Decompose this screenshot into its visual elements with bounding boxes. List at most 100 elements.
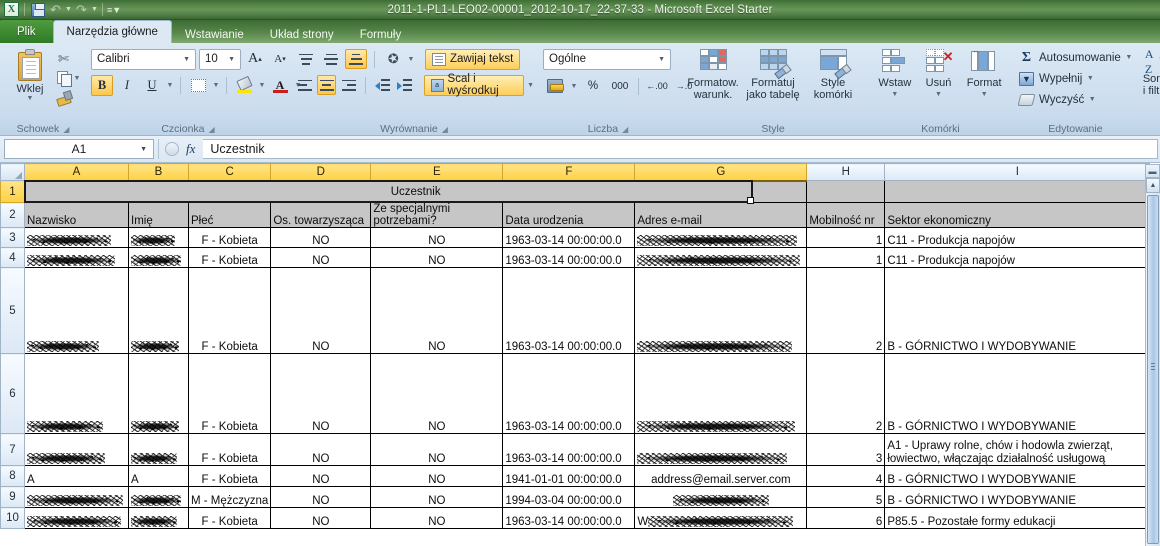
cell-C7[interactable]: F - Kobieta [187, 433, 272, 466]
cell-D8[interactable]: NO [270, 465, 372, 487]
delete-dropdown-icon[interactable]: ▼ [935, 89, 943, 101]
cell-G8[interactable]: address@email.server.com [634, 465, 808, 487]
column-header-C[interactable]: C [187, 163, 272, 182]
column-header-I[interactable]: I [884, 163, 1151, 181]
cell-I2-sektor-ekonomiczny[interactable]: Sektor ekonomiczny [884, 202, 1151, 228]
cell-G5[interactable] [634, 267, 808, 354]
cell-G3[interactable] [634, 227, 808, 248]
accounting-dropdown-icon[interactable]: ▼ [570, 83, 578, 90]
vertical-scrollbar[interactable]: ▲ [1145, 178, 1160, 546]
row-header-4[interactable]: 4 [0, 247, 25, 268]
cell-F10[interactable]: 1963-03-14 00:00:00.0 [502, 507, 636, 529]
row-header-9[interactable]: 9 [0, 486, 25, 508]
cell-C4[interactable]: F - Kobieta [187, 247, 272, 268]
undo-icon[interactable]: ↶ [48, 2, 63, 17]
italic-button[interactable]: I [116, 75, 138, 96]
cell-E4[interactable]: NO [370, 247, 504, 268]
conditional-formatting-button[interactable]: Formatow. warunk. [683, 47, 743, 101]
cell-E7[interactable]: NO [370, 433, 504, 466]
clipboard-dialog-launcher-icon[interactable]: ◢ [63, 125, 69, 134]
cell-G7[interactable] [634, 433, 808, 466]
underline-dropdown-icon[interactable]: ▼ [166, 82, 174, 89]
cell-F5[interactable]: 1963-03-14 00:00:00.0 [502, 267, 636, 354]
cell-A10[interactable] [24, 507, 129, 529]
cell-H2-mobilnosc-nr[interactable]: Mobilność nr [806, 202, 886, 228]
cell-G2-adres-email[interactable]: Adres e-mail [634, 202, 808, 228]
cell-H9[interactable]: 5 [806, 486, 886, 508]
cell-E2-specjalne-potrzeby[interactable]: Ze specjalnymi potrzebami? [370, 202, 504, 228]
cell-H4[interactable]: 1 [806, 247, 886, 268]
percent-style-button[interactable]: % [581, 76, 605, 96]
save-icon[interactable] [29, 1, 46, 18]
cell-C8[interactable]: F - Kobieta [187, 465, 272, 487]
scrollbar-thumb[interactable] [1147, 195, 1159, 544]
row-header-7[interactable]: 7 [0, 433, 25, 466]
select-all-corner[interactable] [0, 163, 25, 181]
cell-A9[interactable] [24, 486, 129, 508]
cell-I3[interactable]: C11 - Produkcja napojów [884, 227, 1151, 248]
cell-C5[interactable]: F - Kobieta [187, 267, 272, 354]
cell-C2-plec[interactable]: Płeć [187, 202, 272, 228]
cell-G10[interactable]: W [634, 507, 808, 529]
undo-dropdown-icon[interactable]: ▼ [65, 2, 72, 17]
cell-F6[interactable]: 1963-03-14 00:00:00.0 [502, 353, 636, 434]
cell-H7[interactable]: 3 [806, 433, 886, 466]
cell-D9[interactable]: NO [270, 486, 372, 508]
cell-C3[interactable]: F - Kobieta [187, 227, 272, 248]
cell-F8[interactable]: 1941-01-01 00:00:00.0 [502, 465, 636, 487]
cell-F7[interactable]: 1963-03-14 00:00:00.0 [502, 433, 636, 466]
cell-D6[interactable]: NO [270, 353, 372, 434]
redo-icon[interactable]: ↷ [74, 2, 89, 17]
cell-E9[interactable]: NO [370, 486, 504, 508]
increase-indent-button[interactable] [395, 75, 414, 95]
cell-D2-os-towarzyszaca[interactable]: Os. towarzysząca [270, 202, 372, 228]
cell-F3[interactable]: 1963-03-14 00:00:00.0 [502, 227, 636, 248]
cell-A2-nazwisko[interactable]: Nazwisko [24, 202, 129, 228]
tab-formuly[interactable]: Formuły [347, 24, 415, 45]
cell-F2-data-urodzenia[interactable]: Data urodzenia [502, 202, 636, 228]
cell-B2-imie[interactable]: Imię [128, 202, 189, 228]
format-painter-button[interactable] [55, 88, 81, 106]
cell-I10[interactable]: P85.5 - Pozostałe formy edukacji [884, 507, 1151, 529]
row-header-8[interactable]: 8 [0, 465, 25, 487]
accounting-format-button[interactable] [543, 76, 567, 96]
cell-B6[interactable] [128, 353, 189, 434]
clear-button[interactable]: Wyczyść ▼ [1017, 90, 1096, 109]
cell-A6[interactable] [24, 353, 129, 434]
borders-button[interactable] [187, 75, 209, 96]
column-header-H[interactable]: H [806, 163, 886, 181]
copy-button[interactable]: ▼ [55, 69, 81, 87]
insert-function-icon[interactable]: fx [186, 141, 195, 157]
align-center-button[interactable] [317, 75, 337, 95]
cell-A1-merged-title[interactable]: Uczestnik [23, 180, 808, 203]
comma-style-button[interactable]: 000 [608, 76, 632, 96]
fill-color-dropdown-icon[interactable]: ▼ [258, 82, 266, 89]
row-header-10[interactable]: 10 [0, 507, 25, 529]
tab-wstawianie[interactable]: Wstawianie [172, 24, 257, 45]
cell-C10[interactable]: F - Kobieta [187, 507, 272, 529]
cell-styles-button[interactable]: Style komórki [803, 47, 863, 101]
cell-I6[interactable]: B - GÓRNICTWO I WYDOBYWANIE [884, 353, 1151, 434]
quick-access-toolbar[interactable]: X ↶ ▼ ↷ ▼ ≡▼ [0, 0, 121, 20]
borders-dropdown-icon[interactable]: ▼ [212, 82, 220, 89]
chevron-down-icon[interactable]: ▼ [655, 56, 668, 63]
cell-H5[interactable]: 2 [806, 267, 886, 354]
cell-I8[interactable]: B - GÓRNICTWO I WYDOBYWANIE [884, 465, 1151, 487]
font-color-button[interactable]: A [269, 75, 291, 96]
delete-cells-button[interactable]: ✕ Usuń ▼ [917, 47, 961, 101]
cell-B8[interactable]: A [128, 465, 189, 487]
cell-E10[interactable]: NO [370, 507, 504, 529]
row-header-3[interactable]: 3 [0, 227, 25, 248]
cell-A5[interactable] [24, 267, 129, 354]
cell-G4[interactable] [634, 247, 808, 268]
cell-I5[interactable]: B - GÓRNICTWO I WYDOBYWANIE [884, 267, 1151, 354]
cell-F4[interactable]: 1963-03-14 00:00:00.0 [502, 247, 636, 268]
clear-dropdown-icon[interactable]: ▼ [1088, 96, 1096, 103]
chevron-down-icon[interactable]: ▼ [140, 146, 147, 153]
number-format-combo[interactable]: Ogólne ▼ [543, 48, 671, 70]
cell-B10[interactable] [128, 507, 189, 529]
cell-D10[interactable]: NO [270, 507, 372, 529]
cell-H8[interactable]: 4 [806, 465, 886, 487]
font-family-combo[interactable]: Calibri ▼ [91, 48, 196, 70]
align-left-button[interactable] [295, 75, 314, 95]
